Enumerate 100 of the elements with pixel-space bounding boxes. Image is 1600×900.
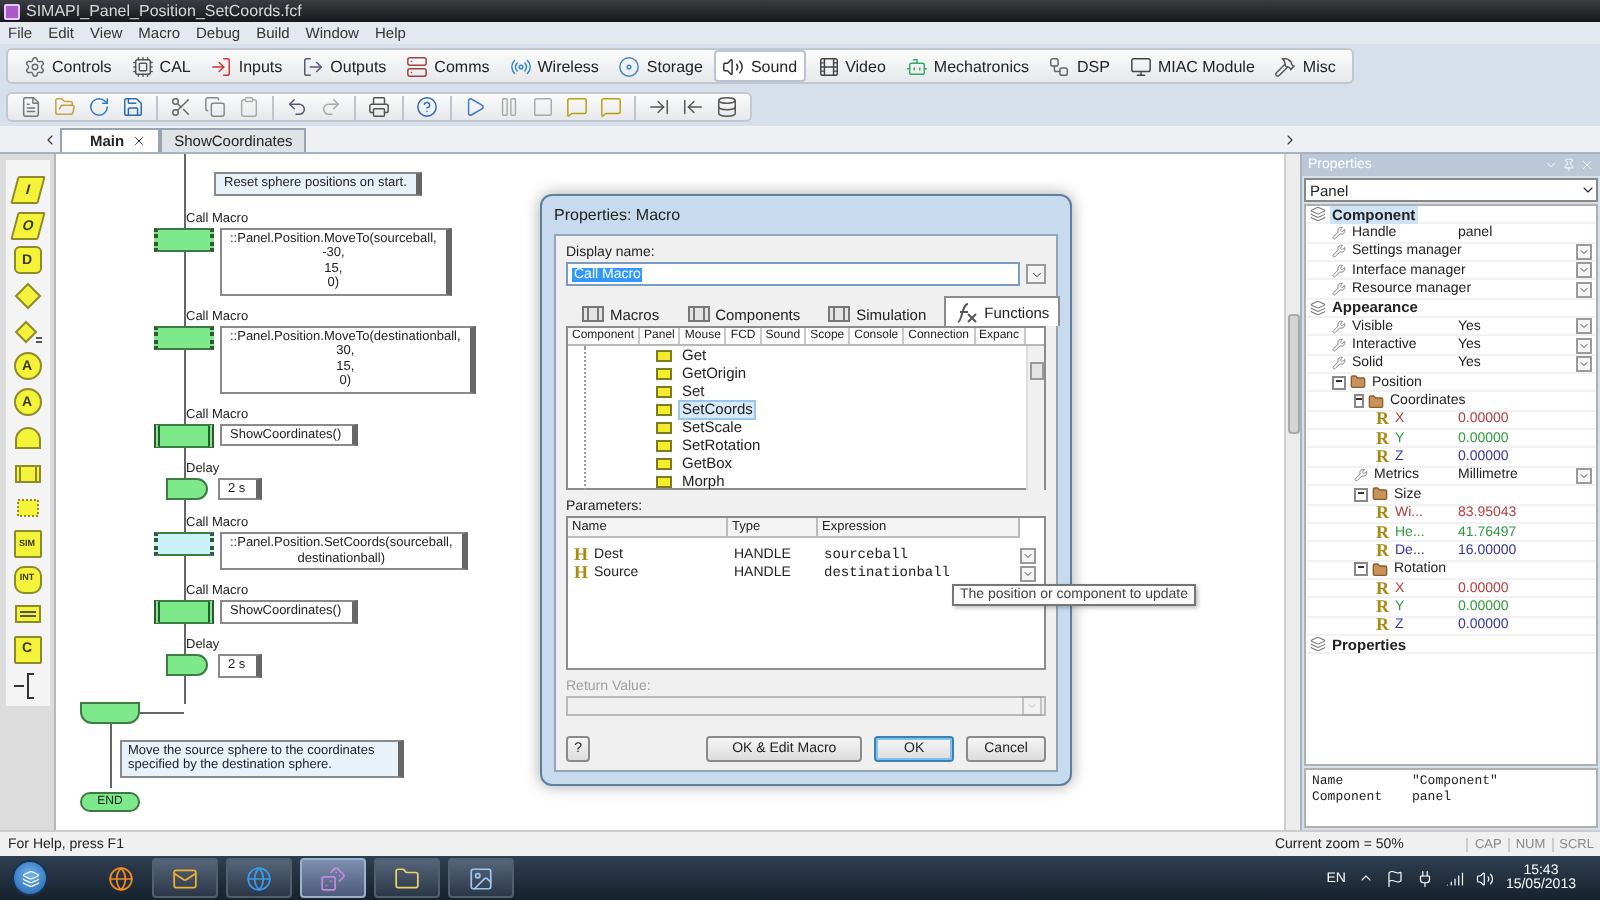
gear-icon [24,55,46,77]
type-letter: R [1376,579,1389,598]
palette-tool-button[interactable] [13,600,41,629]
copy-icon [204,96,226,118]
taskbar-button[interactable] [152,858,218,898]
collapse-toggle[interactable] [1354,394,1364,409]
speaker-icon[interactable] [1475,869,1494,887]
component-category-button[interactable]: Storage [610,50,711,82]
toolbar-button[interactable] [118,92,148,122]
cut-icon [170,96,192,118]
stack-icon [716,96,738,118]
collapse-toggle[interactable] [1332,375,1346,390]
antenna-icon [509,55,532,77]
help-icon [416,96,438,118]
pages-icon [1310,636,1326,653]
rect-icon [13,459,41,487]
monitor-icon [1129,55,1152,77]
function-icon [954,301,979,323]
note-icon [566,96,588,118]
dropdown-button[interactable] [1576,281,1592,298]
dropdown-button[interactable] [1576,337,1592,354]
signal-icon[interactable] [1445,869,1464,887]
component-category-button[interactable]: Comms [398,50,498,82]
window-title: SIMAPI_Panel_Position_SetCoords.fcf [26,2,302,20]
toolbar-button[interactable] [364,92,394,122]
component-category-button[interactable]: Controls [16,50,120,82]
flag-icon[interactable] [1385,869,1404,887]
paste-icon [238,96,260,118]
speaker-icon [722,55,745,77]
power-icon[interactable] [1415,869,1434,887]
close-icon[interactable] [132,134,147,148]
chevron-right-icon [1282,132,1298,148]
collapse-toggle[interactable] [1354,562,1368,577]
wrench-icon [1354,468,1368,483]
caret-icon [1580,182,1596,198]
pages-icon [1310,299,1326,316]
component-category-button[interactable]: DSP [1040,50,1118,82]
arrow-in-icon [210,55,233,77]
component-category-button[interactable]: CAL [123,50,199,82]
type-letter: R [1376,597,1389,616]
type-letter: R [1376,448,1389,467]
folder-icon [1372,486,1388,503]
dropdown-button[interactable] [1576,262,1592,279]
undo-icon [286,96,308,118]
chip-icon [131,55,154,77]
palette-tool-button[interactable] [13,317,41,346]
start-button[interactable] [12,860,48,896]
component-category-button[interactable]: Mechatronics [897,50,1037,82]
chevron-up-icon[interactable] [1357,870,1374,886]
component-category-button[interactable]: Video [809,50,894,82]
taskbar-button[interactable] [448,858,514,898]
loop-end-block [80,701,140,723]
save-icon [122,96,144,118]
wrench-icon [1332,244,1346,259]
binder-icon [582,304,604,324]
taskbar-button[interactable] [374,858,440,898]
dropdown-button[interactable] [1026,264,1046,284]
component-category-button[interactable]: Misc [1266,50,1344,82]
dropdown-button[interactable] [1022,696,1042,716]
component-category-button[interactable]: Outputs [294,50,395,82]
diamond-icon [13,317,41,346]
folder-icon [1372,561,1388,578]
toolbar-button[interactable] [200,92,230,122]
scrollbar[interactable] [1026,346,1044,490]
flow-blocks-icon [1048,55,1071,77]
print-icon [368,96,390,118]
step-out-icon [682,96,704,118]
lines-icon [13,600,41,629]
refresh-icon [88,96,110,118]
type-letter: R [1376,541,1389,560]
type-letter: R [1376,523,1389,542]
scrollbar[interactable] [1284,154,1300,830]
binder-icon [828,304,851,324]
component-category-button[interactable]: Inputs [202,50,291,82]
film-icon [817,55,840,77]
component-category-button[interactable]: MIAC Module [1121,50,1263,82]
type-letter: R [1376,504,1389,523]
collapse-toggle[interactable] [1354,487,1368,502]
wrench-icon [1332,282,1346,297]
rect-icon [13,494,41,523]
type-letter: R [1376,429,1389,448]
component-category-button[interactable]: Wireless [501,50,607,82]
redo-icon [320,96,342,118]
open-folder-icon [54,96,76,118]
toolbar-button[interactable] [712,92,742,122]
dropdown-button[interactable] [1020,547,1036,563]
app-icon [4,3,20,19]
dropdown-button[interactable] [1576,318,1592,335]
dice-icon [320,865,346,891]
type-letter: H [574,546,589,564]
caret-icon [1578,469,1590,482]
toolbar-button[interactable] [412,92,442,122]
component-category-button[interactable]: Sound [714,50,806,82]
type-letter: R [1376,410,1389,429]
taskbar-button[interactable] [226,858,292,898]
toolbar-button[interactable] [84,92,114,122]
dialog-title: Properties: Macro [554,204,683,228]
dropdown-button[interactable] [1020,565,1036,581]
return-value-field[interactable] [566,696,1046,716]
globe-icon [107,865,133,891]
